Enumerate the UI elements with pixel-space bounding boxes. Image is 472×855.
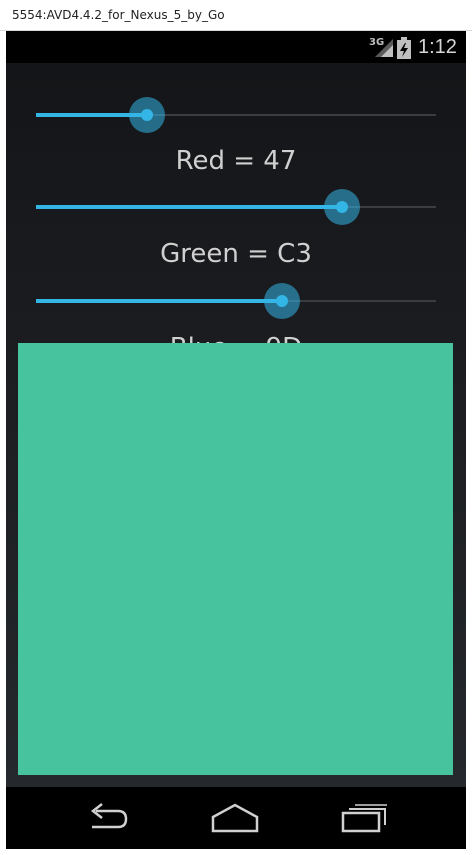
seekbar-thumb[interactable] bbox=[335, 201, 348, 213]
red-seekbar[interactable] bbox=[36, 93, 436, 137]
home-icon[interactable] bbox=[210, 801, 260, 835]
color-preview bbox=[18, 343, 453, 775]
status-bar: 3G 1:12 bbox=[6, 31, 466, 63]
battery-icon bbox=[397, 37, 411, 59]
seekbar-progress bbox=[36, 205, 342, 209]
green-value-label: Green = C3 bbox=[160, 239, 312, 269]
seekbar-progress bbox=[36, 299, 283, 303]
window-title: 5554:AVD4.4.2_for_Nexus_5_by_Go bbox=[12, 8, 225, 22]
blue-seekbar[interactable] bbox=[36, 279, 436, 323]
red-value-label: Red = 47 bbox=[175, 146, 297, 176]
recent-apps-icon[interactable] bbox=[339, 801, 389, 835]
status-clock: 1:12 bbox=[418, 36, 457, 58]
window-titlebar: 5554:AVD4.4.2_for_Nexus_5_by_Go bbox=[0, 0, 472, 31]
app-content: Red = 47 Green = C3 Blue = 9D bbox=[6, 63, 466, 787]
green-seekbar[interactable] bbox=[36, 185, 436, 229]
back-icon[interactable] bbox=[82, 801, 132, 835]
signal-icon bbox=[375, 39, 393, 57]
navigation-bar bbox=[6, 787, 466, 849]
emulator-screen: 3G 1:12 Red = 47 Green = C3 bbox=[6, 31, 466, 849]
